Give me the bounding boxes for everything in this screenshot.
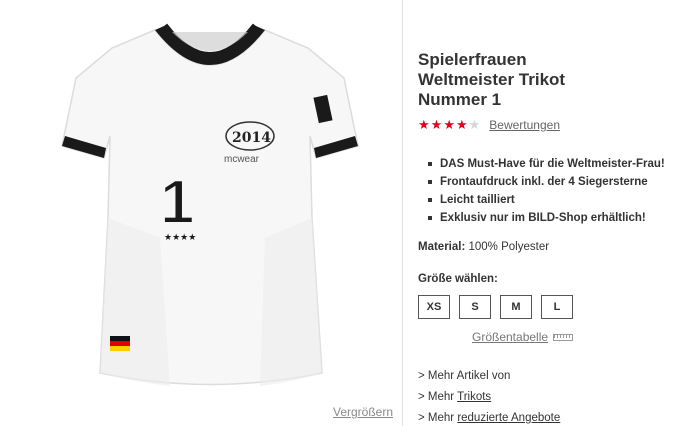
feature-item: Exklusiv nur im BILD-Shop erhältlich! <box>428 209 665 227</box>
bullet-icon <box>428 198 432 202</box>
more-offers-item: > Mehr reduzierte Angebote <box>418 412 561 424</box>
jerseys-link[interactable]: Trikots <box>457 391 491 403</box>
star-empty-icon: ★ <box>468 117 481 132</box>
size-label: Größe wählen: <box>418 273 498 285</box>
product-title: Spielerfrauen Weltmeister Trikot Nummer … <box>418 50 566 109</box>
size-chart-link[interactable]: Größentabelle <box>472 330 574 344</box>
more-from-item[interactable]: > Mehr Artikel von <box>418 366 560 387</box>
reduced-offers-link[interactable]: reduzierte Angebote <box>457 412 560 424</box>
size-option-l[interactable]: L <box>541 295 573 319</box>
size-selector: XS S M L <box>418 295 582 319</box>
material-info: Material: 100% Polyester <box>418 241 550 253</box>
ruler-icon <box>553 333 574 341</box>
feature-item: Frontaufdruck inkl. der 4 Siegersterne <box>428 173 665 191</box>
column-divider <box>402 0 403 426</box>
reviews-link[interactable]: Bewertungen <box>489 118 560 132</box>
german-flag-icon <box>110 336 130 351</box>
more-jerseys-item: > Mehr Trikots <box>418 391 492 403</box>
bullet-icon <box>428 180 432 184</box>
svg-text:1: 1 <box>160 168 194 237</box>
enlarge-link[interactable]: Vergrößern <box>333 405 393 419</box>
star-icon: ★ <box>443 117 455 132</box>
more-links: > Mehr Artikel von > Mehr Trikots > Mehr… <box>418 366 560 426</box>
svg-text:mcwear: mcwear <box>224 154 260 165</box>
star-icon: ★ <box>430 117 443 132</box>
rating: ★ ★ ★ ★ ★ Bewertungen <box>418 117 560 133</box>
bullet-icon <box>428 162 432 166</box>
size-option-s[interactable]: S <box>459 295 491 319</box>
feature-list: DAS Must-Have für die Weltmeister-Frau! … <box>428 155 665 227</box>
svg-text:2014: 2014 <box>232 130 271 146</box>
size-option-m[interactable]: M <box>500 295 532 319</box>
size-option-xs[interactable]: XS <box>418 295 450 319</box>
svg-text:★★★★: ★★★★ <box>164 233 196 243</box>
product-image[interactable]: 2014 mcwear 1 ★★★★ <box>60 18 360 398</box>
star-icon: ★ <box>455 117 468 132</box>
star-icon: ★ <box>418 117 430 132</box>
feature-item: Leicht tailliert <box>428 191 665 209</box>
bullet-icon <box>428 216 432 220</box>
feature-item: DAS Must-Have für die Weltmeister-Frau! <box>428 155 665 173</box>
